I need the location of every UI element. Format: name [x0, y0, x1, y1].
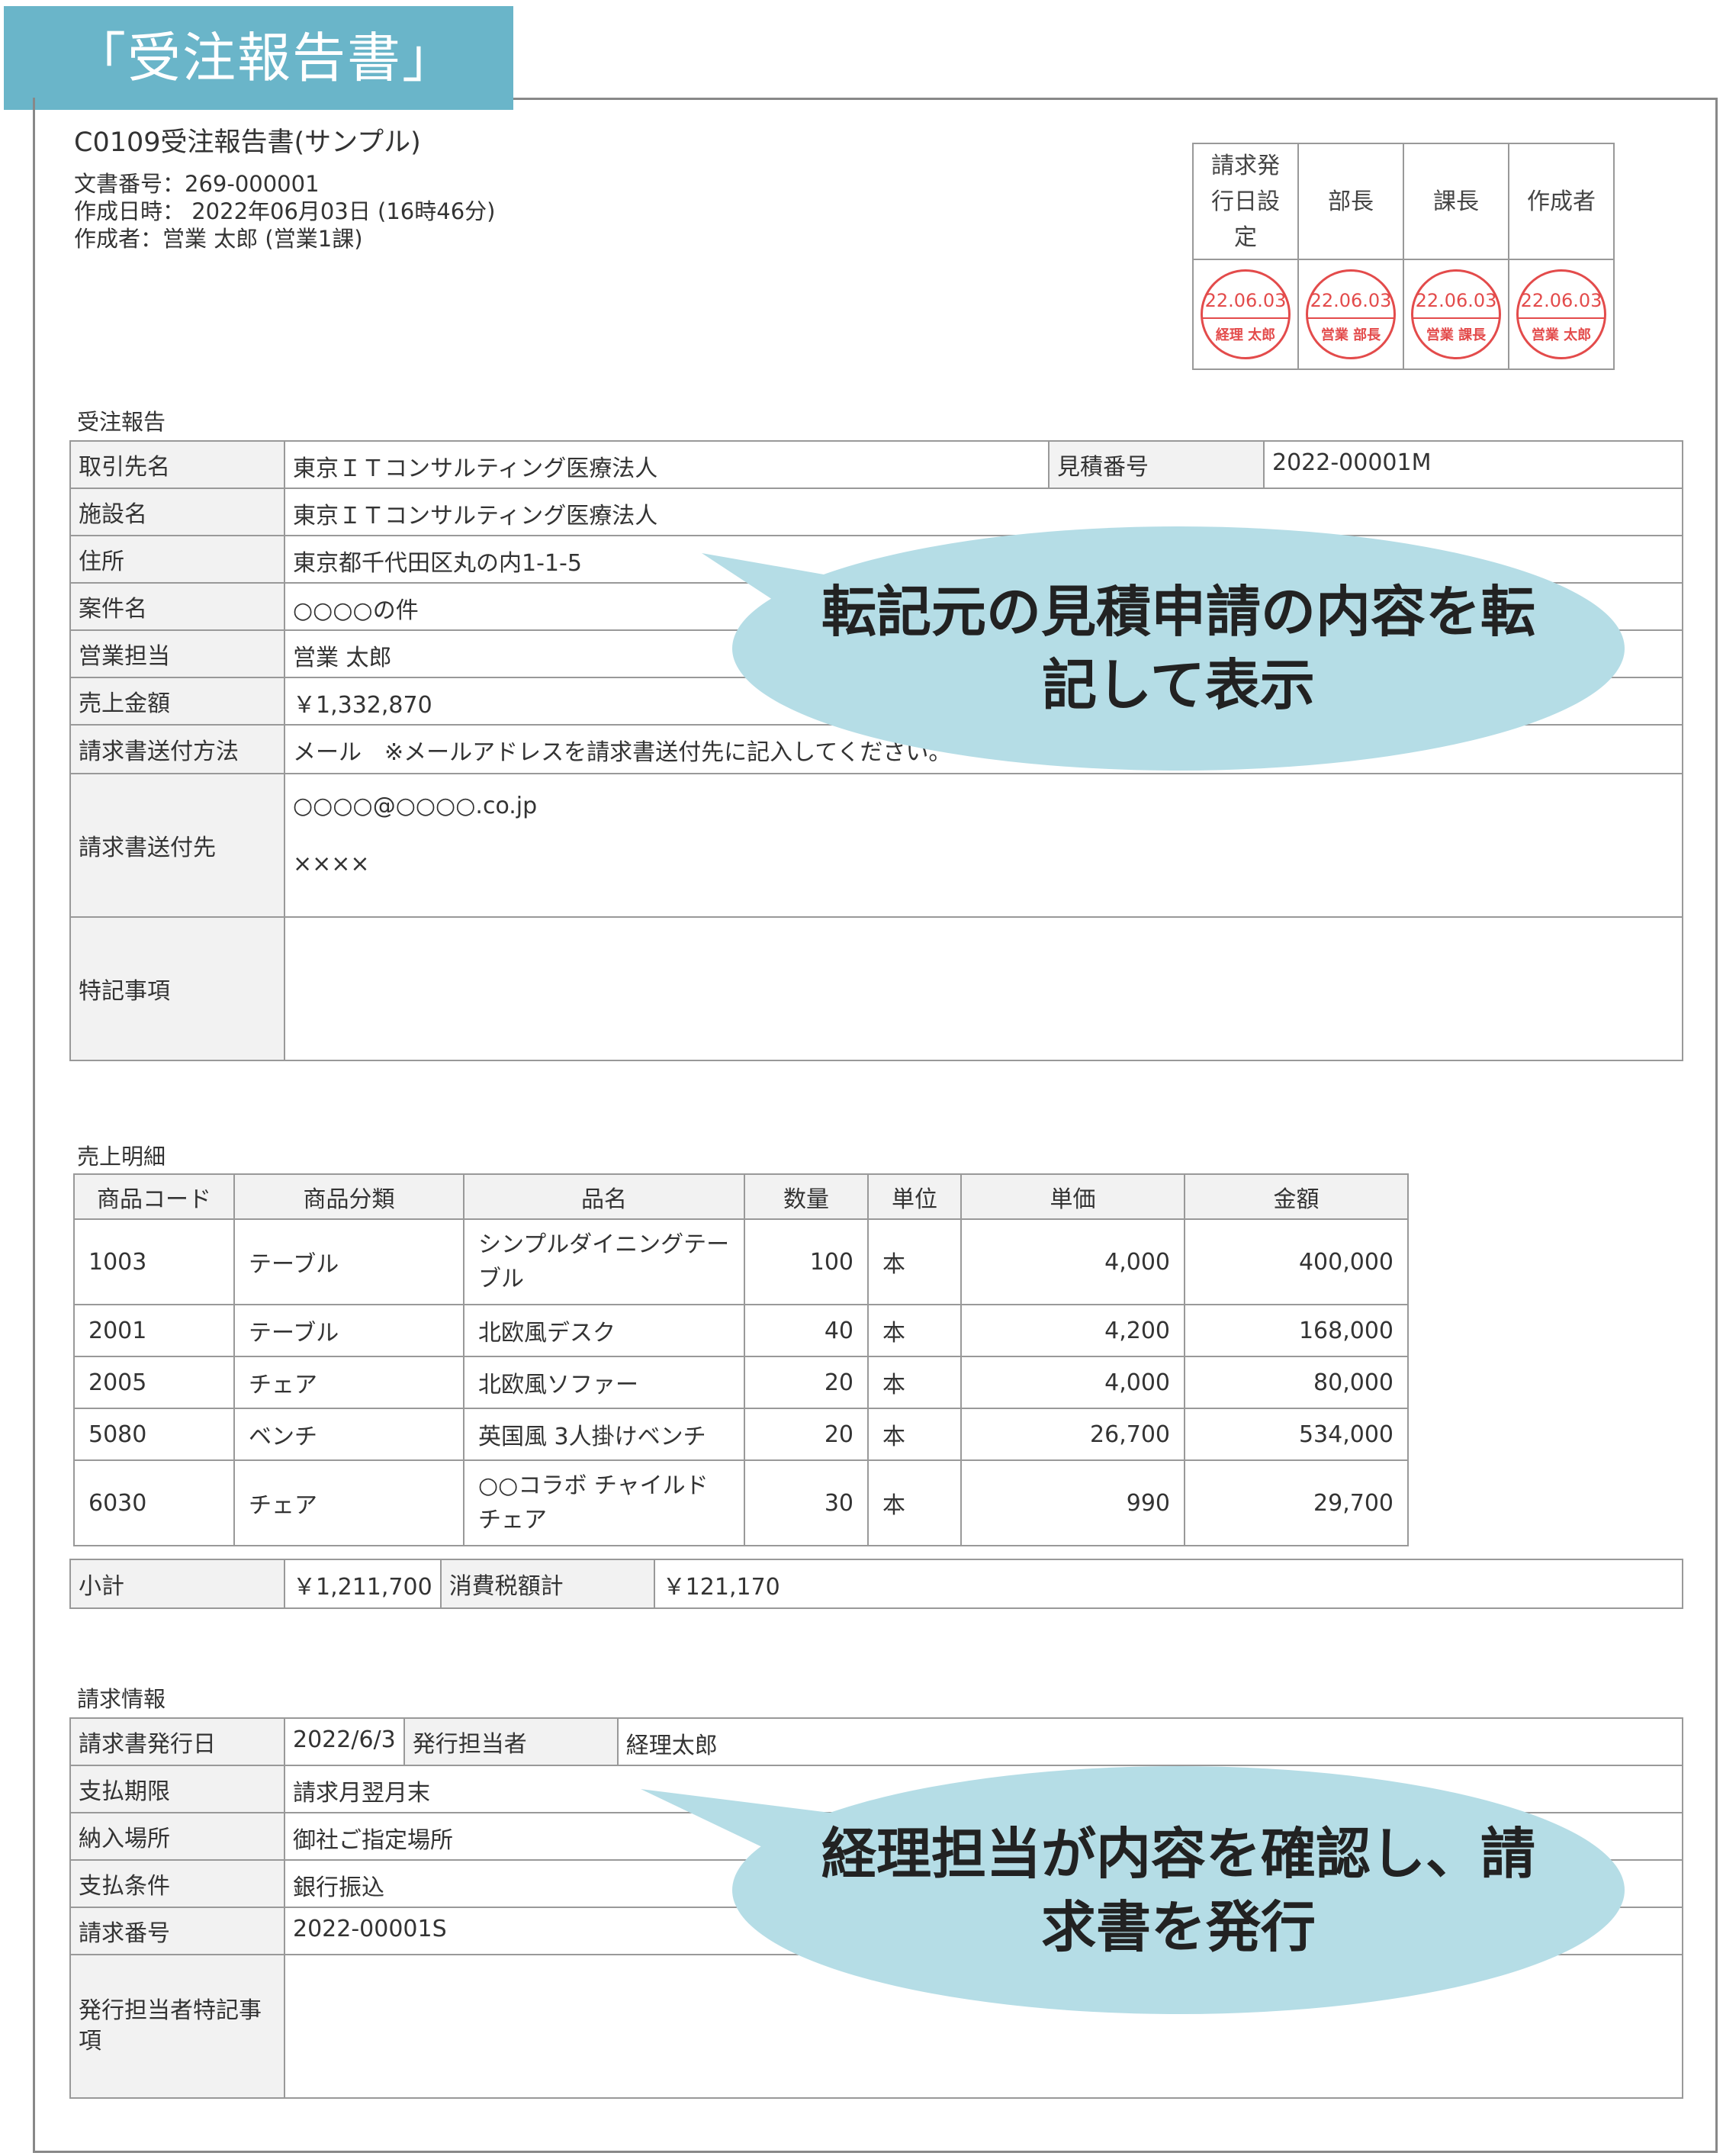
callout-top: 転記元の見積申請の内容を転記して表示 — [732, 526, 1625, 771]
callout-bottom: 経理担当が内容を確認し、請求書を発行 — [732, 1766, 1625, 2014]
